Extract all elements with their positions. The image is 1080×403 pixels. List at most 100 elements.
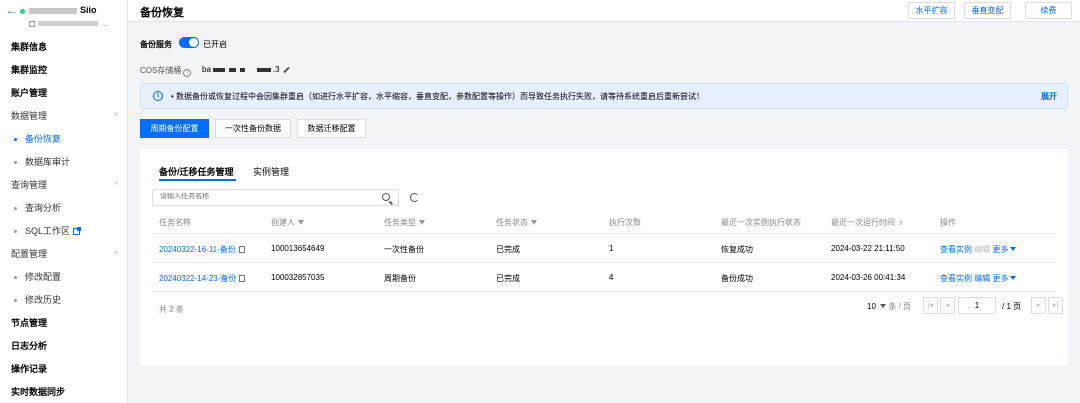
tab-instance-manage[interactable]: 实例管理 [253,165,289,178]
sidebar-item-log-analysis[interactable]: 日志分析 [0,335,128,358]
first-page-button[interactable]: |◂ [923,297,938,314]
sidebar-item-cluster-monitor[interactable]: 集群监控 [0,59,128,82]
sidebar-item-sql-workspace[interactable]: SQL工作区 [0,220,128,243]
info-icon: i [153,91,163,101]
sidebar: ← Siio ... 集群信息 集群监控 账户管理 数据管理 ^ 备份恢复 数据库… [0,0,128,403]
sidebar-item-label: 数据管理 [11,111,48,121]
task-name-text: 20240322-16-11-备份 [159,245,236,254]
sidebar-item-label: SQL工作区 [25,226,71,236]
info-icon[interactable]: i [183,69,192,77]
page-title: 备份恢复 [140,7,184,19]
col-last-run-time-text: 最近一次运行时间 [831,218,895,227]
notice-expand-link[interactable]: 展开 [1041,91,1057,102]
col-task-status-text: 任务状态 [496,218,528,227]
cell-last-time: 2024-03-22 21:11:50 [831,244,905,253]
one-time-backup-button[interactable]: 一次性备份数据 [215,119,291,138]
view-instance-link[interactable]: 查看实例 [940,274,972,283]
scale-out-button[interactable]: 水平扩容 [908,2,955,19]
search-icon[interactable] [382,193,390,201]
backup-service-label: 备份服务 [140,40,172,49]
back-arrow-icon[interactable]: ← [6,6,17,17]
filter-icon[interactable] [419,220,425,225]
sidebar-item-backup-restore[interactable]: 备份恢复 [0,128,128,151]
copy-icon[interactable] [239,275,246,282]
sidebar-item-db-audit[interactable]: 数据库审计 [0,151,128,174]
vertical-config-button[interactable]: 垂直变配 [964,2,1011,19]
renew-button[interactable]: 续费 [1025,2,1072,19]
prev-page-button[interactable]: ◂ [940,297,955,314]
more-text: 更多 [992,274,1009,283]
data-migration-config-button[interactable]: 数据迁移配置 [297,119,366,138]
task-name-link[interactable]: 20240322-16-11-备份 [159,244,245,255]
active-tab-indicator [159,179,236,181]
sidebar-group-data[interactable]: 数据管理 ^ [0,105,128,128]
redacted-block [212,67,225,72]
task-name-text: 20240322-14-23-备份 [159,274,237,283]
col-creator[interactable]: 创建人 [271,217,304,228]
chevron-up-icon: ^ [114,251,118,258]
page-size-select[interactable]: 10 条 / 页 [867,301,911,312]
sort-icon[interactable]: ⇕ [898,220,903,227]
tab-backup-migration-tasks[interactable]: 备份/迁移任务管理 [159,165,234,178]
cell-operations: 查看实例 编辑 更多 [940,244,1017,255]
sidebar-item-account[interactable]: 账户管理 [0,82,128,105]
redacted-block [239,67,245,72]
sidebar-group-config[interactable]: 配置管理 ^ [0,243,128,266]
sidebar-item-modify-config[interactable]: 修改配置 [0,266,128,289]
col-creator-text: 创建人 [271,218,295,227]
sidebar-item-realtime-sync[interactable]: 实时数据同步 [0,381,128,403]
sidebar-group-query[interactable]: 查询管理 ^ [0,174,128,197]
cluster-name-text: Siio [80,5,97,15]
cos-value-prefix: ba [202,65,211,74]
task-name-link[interactable]: 20240322-14-23-备份 [159,273,246,284]
last-page-button[interactable]: ▸| [1048,297,1063,314]
col-last-run-time[interactable]: 最近一次运行时间 ⇕ [831,217,903,228]
cell-task-status: 已完成 [496,245,520,254]
col-task-status[interactable]: 任务状态 [496,217,537,228]
copy-icon[interactable] [29,20,35,27]
col-task-type[interactable]: 任务类型 [384,217,425,228]
sidebar-item-modify-history[interactable]: 修改历史 [0,289,128,312]
copy-icon[interactable] [238,246,245,253]
total-count: 共 2 条 [159,305,184,314]
divider [152,262,1056,263]
filter-icon[interactable] [298,220,304,225]
more-dropdown[interactable]: 更多 [992,274,1017,283]
cluster-header: ← Siio ... [0,0,127,36]
col-task-name: 任务名称 [159,218,191,227]
sidebar-item-operation-log[interactable]: 操作记录 [0,358,128,381]
col-last-instance-status: 最近一次实例执行状态 [721,218,801,227]
page-number-input[interactable]: 1 [958,297,996,314]
view-instance-link[interactable]: 查看实例 [940,245,972,254]
backup-service-toggle[interactable] [179,37,199,48]
edit-link[interactable]: 编辑 [974,274,990,283]
sidebar-item-label: 修改配置 [25,272,62,282]
cell-last-time: 2024-03-26 00:41:34 [831,273,906,282]
sidebar-item-cluster-info[interactable]: 集群信息 [0,36,128,59]
search-input[interactable] [160,193,360,200]
sidebar-item-label: 修改历史 [25,295,62,305]
cluster-id: ... [29,19,108,28]
more-dropdown[interactable]: 更多 [992,245,1017,254]
cell-task-type: 周期备份 [384,274,416,283]
redacted-block [228,67,236,72]
filter-icon[interactable] [531,220,537,225]
refresh-icon[interactable] [410,193,419,202]
redacted-block [29,7,77,14]
sidebar-item-label: 账户管理 [11,88,48,98]
next-page-button[interactable]: ▸ [1031,297,1046,314]
cell-exec-count: 4 [609,273,614,282]
sidebar-item-node-manage[interactable]: 节点管理 [0,312,128,335]
sidebar-item-query-analysis[interactable]: 查询分析 [0,197,128,220]
col-exec-count: 执行次数 [609,218,641,227]
top-bar: 备份恢复 水平扩容 垂直变配 续费 [128,0,1080,22]
notice-text: • 数据备份或恢复过程中会因集群重启（如进行水平扩容，水平缩容，垂直变配，参数配… [171,92,705,101]
chevron-up-icon: ^ [114,113,118,120]
sidebar-item-label: 查询分析 [25,203,62,213]
total-pages: / 1 页 [1002,302,1022,311]
sidebar-item-label: 数据库审计 [25,157,71,167]
periodic-backup-config-button[interactable]: 周期备份配置 [140,119,209,138]
cell-creator: 100032857035 [271,273,325,282]
redacted-block [256,67,271,72]
pencil-icon[interactable] [282,66,290,74]
